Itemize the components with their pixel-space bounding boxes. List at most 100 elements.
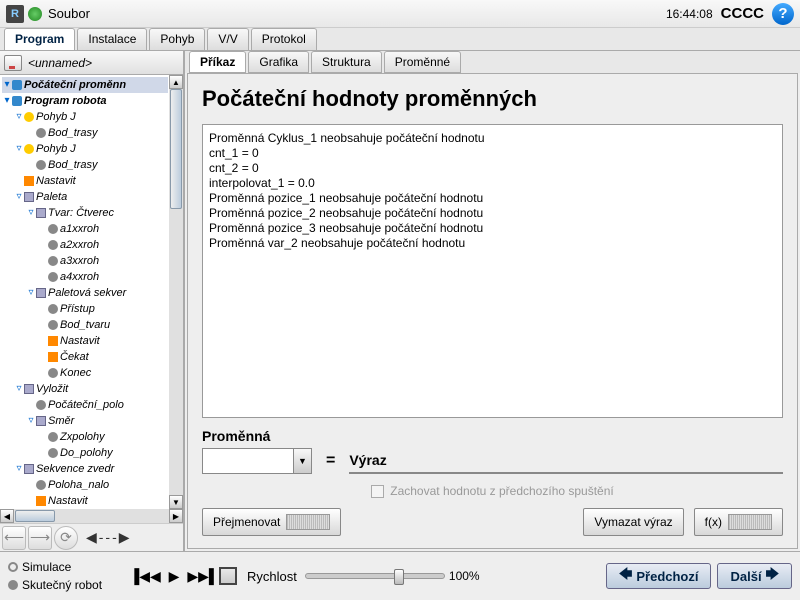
node-icon [36,416,46,426]
node-icon [24,144,34,154]
tab-program[interactable]: Program [4,28,75,50]
play-icon[interactable]: ▶ [161,565,187,587]
file-bar: <unnamed> [0,51,183,75]
expand-icon[interactable]: ▿ [26,205,36,221]
expand-icon[interactable]: ▾ [2,93,12,109]
variables-textarea[interactable]: Proměnná Cyklus_1 neobsahuje počáteční h… [202,124,783,418]
fx-button[interactable]: f(x) [694,508,783,536]
tree-node[interactable]: ▿Paleta [2,189,168,205]
skip-back-icon[interactable]: ▐◀◀ [132,565,158,587]
scroll-right-icon[interactable]: ▶ [169,509,183,523]
node-label: Nastavit [60,333,100,349]
file-menu[interactable]: Soubor [48,6,90,21]
node-label: Počáteční proměnn [24,77,126,93]
expand-icon[interactable]: ▿ [14,109,24,125]
rename-button[interactable]: Přejmenovat [202,508,341,536]
speed-slider[interactable] [305,573,445,579]
keep-value-checkbox[interactable] [371,485,384,498]
program-tree[interactable]: ▾Počáteční proměnn▾Program robota▿Pohyb … [0,75,170,509]
keyboard-icon [286,514,330,530]
tab-pohyb[interactable]: Pohyb [149,28,205,50]
tree-node[interactable]: Bod_trasy [2,157,168,173]
tree-node[interactable]: a2xxroh [2,237,168,253]
vscroll-thumb[interactable] [170,89,182,209]
stop-icon[interactable] [219,567,237,585]
tree-node[interactable]: Bod_trasy [2,125,168,141]
fwd-button[interactable]: ⟶ [28,526,52,550]
expand-icon[interactable]: ▿ [14,381,24,397]
node-label: Bod_tvaru [60,317,110,333]
tree-node[interactable]: a4xxroh [2,269,168,285]
cycle-button[interactable]: ⟳ [54,526,78,550]
next-button[interactable]: Další 🡆 [717,563,792,589]
node-icon [36,400,46,410]
subtab-příkaz[interactable]: Příkaz [189,51,246,73]
expand-icon[interactable]: ▿ [26,413,36,429]
expression-input[interactable] [349,472,783,474]
tree-node[interactable]: ▿Vyložit [2,381,168,397]
expand-icon[interactable]: ▿ [26,285,36,301]
node-label: Zxpolohy [60,429,105,445]
variable-dropdown[interactable]: ▼ [202,448,312,474]
simulation-label: Simulace [22,560,71,574]
expand-control[interactable]: ◀---▶ [86,529,132,546]
expand-icon[interactable]: ▾ [2,77,12,93]
expand-icon[interactable]: ▿ [14,189,24,205]
clear-expr-button[interactable]: Vymazat výraz [583,508,683,536]
tree-node[interactable]: Čekat [2,349,168,365]
back-button[interactable]: ⟵ [2,526,26,550]
subtab-grafika[interactable]: Grafika [248,51,309,73]
slider-thumb[interactable] [394,569,404,585]
sub-tabs: PříkazGrafikaStrukturaProměnné [185,51,800,73]
tree-node[interactable]: Přístup [2,301,168,317]
tree-node[interactable]: Nastavit [2,333,168,349]
tree-node[interactable]: Počáteční_polo [2,397,168,413]
tree-node[interactable]: ▿Pohyb J [2,109,168,125]
real-robot-radio[interactable] [8,580,18,590]
tree-node[interactable]: Zxpolohy [2,429,168,445]
tree-node[interactable]: Konec [2,365,168,381]
node-label: Konec [60,365,91,381]
node-label: a3xxroh [60,253,99,269]
tree-node[interactable]: ▿Paletová sekver [2,285,168,301]
tree-node[interactable]: ▿Sekvence zvedr [2,461,168,477]
chevron-down-icon[interactable]: ▼ [293,449,311,473]
node-label: Tvar: Čtverec [48,205,114,221]
help-icon[interactable]: ? [772,3,794,25]
tree-node[interactable]: ▾Program robota [2,93,168,109]
subtab-proměnné[interactable]: Proměnné [384,51,461,73]
expand-icon[interactable]: ▿ [14,461,24,477]
node-icon [12,96,22,106]
tree-node[interactable]: Nastavit [2,173,168,189]
subtab-struktura[interactable]: Struktura [311,51,382,73]
scroll-left-icon[interactable]: ◀ [0,509,14,523]
tree-node[interactable]: ▾ Počáteční proměnn [2,77,168,93]
tree-vscroll[interactable]: ▲ ▼ [169,75,183,509]
tree-hscroll[interactable]: ◀ ▶ [0,509,183,523]
tab-instalace[interactable]: Instalace [77,28,147,50]
skip-fwd-icon[interactable]: ▶▶▌ [190,565,216,587]
scroll-down-icon[interactable]: ▼ [169,495,183,509]
tree-node[interactable]: Bod_tvaru [2,317,168,333]
node-icon [48,432,58,442]
tree-node[interactable]: a1xxroh [2,221,168,237]
node-label: Přístup [60,301,95,317]
tree-node[interactable]: ▿ Tvar: Čtverec [2,205,168,221]
tab-v/v[interactable]: V/V [207,28,248,50]
scroll-up-icon[interactable]: ▲ [169,75,183,89]
tab-protokol[interactable]: Protokol [251,28,317,50]
expand-icon[interactable]: ▿ [14,141,24,157]
node-label: Nastavit [36,173,76,189]
save-icon[interactable] [4,55,22,71]
node-label: Pohyb J [36,141,76,157]
hscroll-thumb[interactable] [15,510,55,522]
tree-node[interactable]: Poloha_nalo [2,477,168,493]
simulation-radio[interactable] [8,562,18,572]
prev-button[interactable]: 🡄 Předchozí [606,563,712,589]
tree-node[interactable]: Nastavit [2,493,168,509]
tree-node[interactable]: ▿Směr [2,413,168,429]
node-label: Do_polohy [60,445,113,461]
tree-node[interactable]: a3xxroh [2,253,168,269]
tree-node[interactable]: Do_polohy [2,445,168,461]
tree-node[interactable]: ▿ Pohyb J [2,141,168,157]
